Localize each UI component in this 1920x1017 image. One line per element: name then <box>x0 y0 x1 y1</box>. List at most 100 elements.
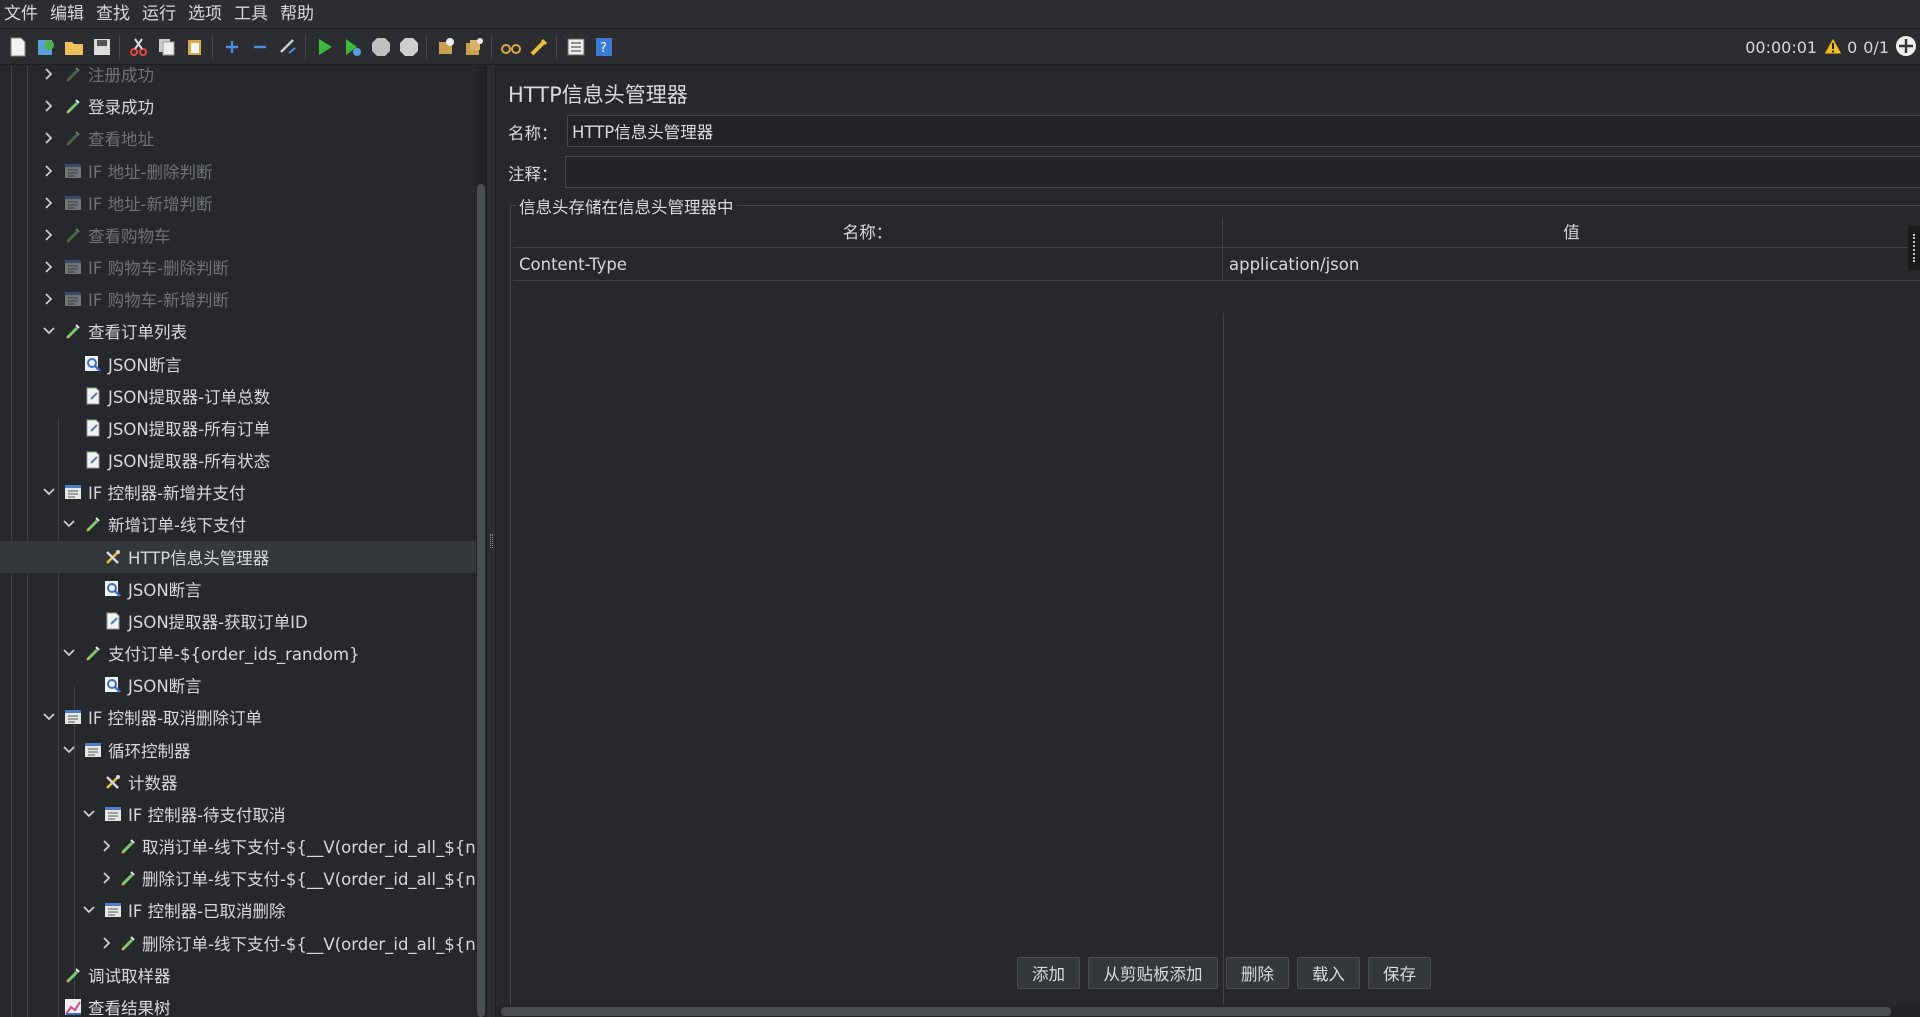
tree-item[interactable]: IF 控制器-待支付取消 <box>0 798 476 830</box>
chevron-right-icon[interactable] <box>42 67 56 81</box>
clear-all-icon[interactable] <box>461 34 487 60</box>
save-icon[interactable] <box>89 34 115 60</box>
tree-item-label: IF 购物车-新增判断 <box>88 291 230 311</box>
delete-button[interactable]: 删除 <box>1226 957 1289 989</box>
tree-item[interactable]: IF 购物车-删除判断 <box>0 251 476 283</box>
editor-scrollbar-thumb[interactable] <box>501 1007 1891 1016</box>
chevron-right-icon[interactable] <box>42 164 56 178</box>
menu-search[interactable]: 查找 <box>90 0 136 29</box>
start-icon[interactable] <box>312 34 338 60</box>
add-button[interactable]: 添加 <box>1017 957 1080 989</box>
tree-item[interactable]: IF 控制器-取消删除订单 <box>0 701 476 733</box>
chevron-down-icon[interactable] <box>62 743 76 757</box>
function-helper-icon[interactable] <box>563 34 589 60</box>
pane-splitter[interactable] <box>486 66 496 1017</box>
menu-help[interactable]: 帮助 <box>274 0 320 29</box>
tree-scrollbar[interactable] <box>476 66 486 1017</box>
side-drawer-handle[interactable] <box>1908 226 1920 270</box>
tree-item[interactable]: 计数器 <box>0 766 476 798</box>
tree-item[interactable]: IF 购物车-新增判断 <box>0 283 476 315</box>
tree-item[interactable]: IF 地址-新增判断 <box>0 187 476 219</box>
menu-run[interactable]: 运行 <box>136 0 182 29</box>
column-header-value[interactable]: 值 <box>1222 218 1920 248</box>
collapse-icon[interactable] <box>247 34 273 60</box>
tree-item[interactable]: JSON断言 <box>0 669 476 701</box>
header-value-cell[interactable]: application/json <box>1222 249 1920 281</box>
reset-search-icon[interactable] <box>526 34 552 60</box>
chevron-right-icon[interactable] <box>42 260 56 274</box>
tree-item[interactable]: 调试取样器 <box>0 959 476 991</box>
tree-item[interactable]: 查看地址 <box>0 122 476 154</box>
copy-icon[interactable] <box>154 34 180 60</box>
tree-item[interactable]: IF 控制器-已取消删除 <box>0 894 476 926</box>
tree-item[interactable]: 查看订单列表 <box>0 315 476 347</box>
chevron-down-icon[interactable] <box>42 710 56 724</box>
header-name-cell[interactable]: Content-Type <box>513 249 1222 281</box>
chevron-right-icon[interactable] <box>42 228 56 242</box>
tree-scrollbar-thumb[interactable] <box>477 184 485 1017</box>
tree-item[interactable]: 取消订单-线下支付-${__V(order_id_all_${n})} <box>0 830 486 862</box>
name-field[interactable] <box>567 115 1920 147</box>
menu-edit[interactable]: 编辑 <box>44 0 90 29</box>
editor-horizontal-scrollbar[interactable] <box>497 1005 1920 1017</box>
chevron-down-icon[interactable] <box>42 324 56 338</box>
chevron-down-icon[interactable] <box>62 517 76 531</box>
warning-icon[interactable] <box>1823 36 1843 59</box>
open-folder-icon[interactable] <box>61 34 87 60</box>
tree-item[interactable]: 删除订单-线下支付-${__V(order_id_all_${n})} <box>0 927 486 959</box>
tree-item[interactable]: JSON提取器-订单总数 <box>0 380 476 412</box>
chevron-right-icon[interactable] <box>102 839 112 853</box>
tree-item[interactable]: 删除订单-线下支付-${__V(order_id_all_${n})} <box>0 862 486 894</box>
cut-icon[interactable] <box>126 34 152 60</box>
help-icon[interactable]: ? <box>591 34 617 60</box>
tree-item[interactable]: JSON断言 <box>0 348 476 380</box>
clear-icon[interactable] <box>433 34 459 60</box>
paste-icon[interactable] <box>182 34 208 60</box>
chevron-down-icon[interactable] <box>82 903 96 917</box>
comment-field[interactable] <box>565 156 1920 188</box>
search-icon[interactable] <box>498 34 524 60</box>
new-file-icon[interactable] <box>5 34 31 60</box>
chevron-right-icon[interactable] <box>102 871 112 885</box>
tree-item[interactable]: HTTP信息头管理器 <box>0 540 476 573</box>
chevron-right-icon[interactable] <box>42 292 56 306</box>
tree-item[interactable]: JSON断言 <box>0 573 476 605</box>
add-from-clipboard-button[interactable]: 从剪贴板添加 <box>1088 957 1218 989</box>
menu-bar: 文件 编辑 查找 运行 选项 工具 帮助 <box>0 0 1920 29</box>
menu-tools[interactable]: 工具 <box>228 0 274 29</box>
chevron-right-icon[interactable] <box>42 99 56 113</box>
chevron-right-icon[interactable] <box>42 196 56 210</box>
load-button[interactable]: 载入 <box>1297 957 1360 989</box>
tree-item[interactable]: 注册成功 <box>0 66 476 90</box>
chevron-down-icon[interactable] <box>42 485 56 499</box>
chevron-right-icon[interactable] <box>102 936 112 950</box>
tree-item[interactable]: IF 地址-删除判断 <box>0 155 476 187</box>
tree-item[interactable]: 登录成功 <box>0 90 476 122</box>
tree-item[interactable]: 循环控制器 <box>0 734 476 766</box>
controller-icon <box>64 258 82 276</box>
menu-file[interactable]: 文件 <box>0 0 44 29</box>
tree-item[interactable]: 支付订单-${order_ids_random} <box>0 637 476 669</box>
chevron-down-icon[interactable] <box>62 646 76 660</box>
tree-item[interactable]: IF 控制器-新增并支付 <box>0 476 476 508</box>
tree-item[interactable]: 查看购物车 <box>0 219 476 251</box>
stop-icon[interactable] <box>368 34 394 60</box>
splitter-grip[interactable] <box>490 534 493 548</box>
shutdown-icon[interactable] <box>396 34 422 60</box>
tree-item[interactable]: 新增订单-线下支付 <box>0 508 476 540</box>
tree-item[interactable]: JSON提取器-所有状态 <box>0 444 476 476</box>
column-header-name[interactable]: 名称： <box>513 218 1222 248</box>
start-no-pauses-icon[interactable] <box>340 34 366 60</box>
save-button[interactable]: 保存 <box>1368 957 1431 989</box>
tree-item[interactable]: JSON提取器-获取订单ID <box>0 605 476 637</box>
chevron-down-icon[interactable] <box>82 807 96 821</box>
menu-options[interactable]: 选项 <box>182 0 228 29</box>
toggle-icon[interactable] <box>275 34 301 60</box>
templates-icon[interactable] <box>33 34 59 60</box>
remote-start-icon[interactable] <box>1895 35 1917 61</box>
tree-item[interactable]: JSON提取器-所有订单 <box>0 412 476 444</box>
chevron-right-icon[interactable] <box>42 131 56 145</box>
table-row[interactable]: Content-Type application/json <box>513 249 1920 281</box>
expand-icon[interactable] <box>219 34 245 60</box>
tree-item[interactable]: 查看结果树 <box>0 991 476 1017</box>
